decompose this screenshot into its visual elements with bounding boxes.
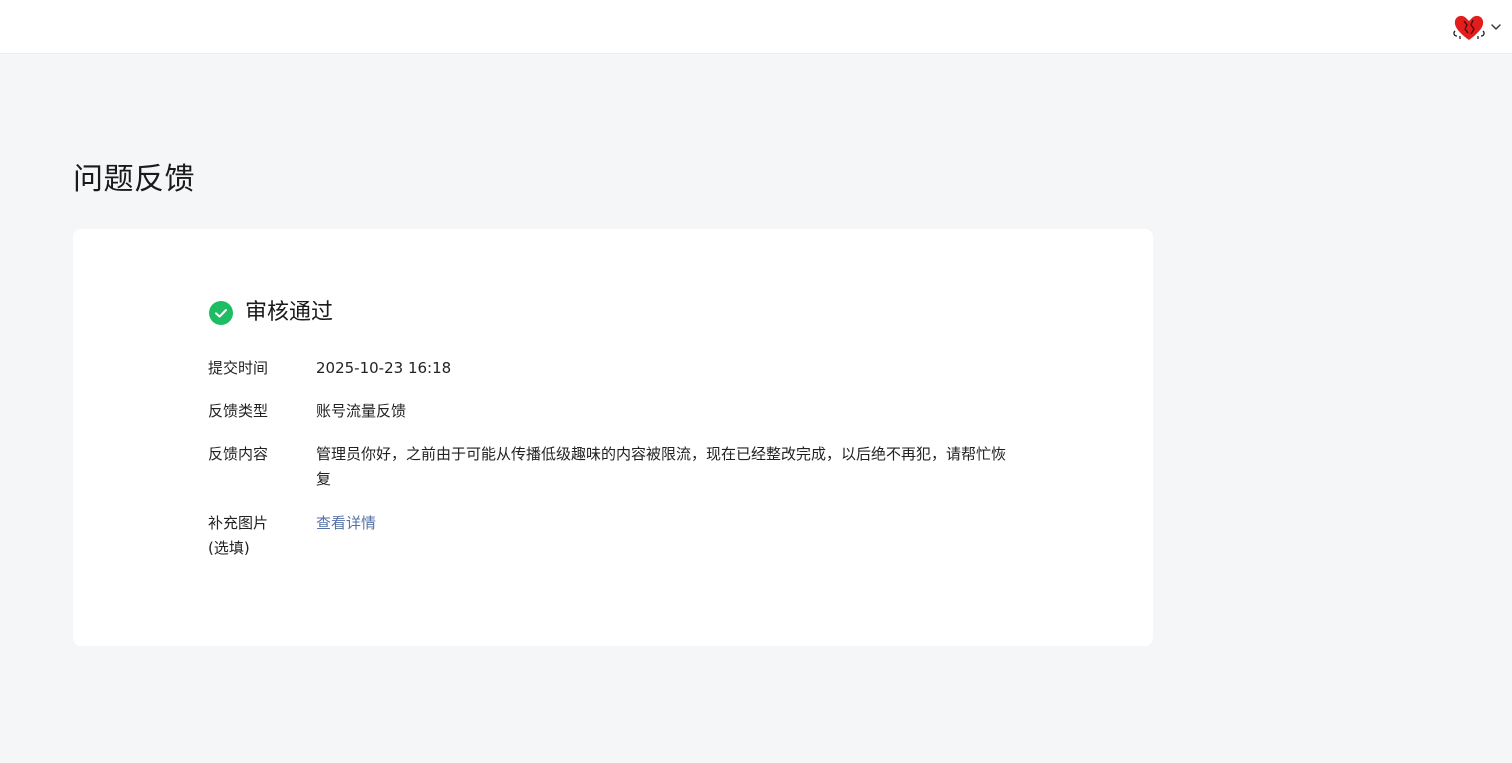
user-menu[interactable] xyxy=(1452,11,1502,43)
chevron-down-icon[interactable] xyxy=(1490,21,1502,33)
detail-value: 管理员你好，之前由于可能从传播低级趣味的内容被限流，现在已经整改完成，以后绝不再… xyxy=(316,445,1007,488)
status-text: 审核通过 xyxy=(245,300,334,325)
detail-label: 提交时间 xyxy=(208,359,269,377)
check-circle-icon xyxy=(209,301,233,325)
feedback-detail-card: 审核通过 提交时间 2025-10-23 16:18 反馈类型 账号流量反馈 反… xyxy=(73,229,1153,646)
detail-value: 账号流量反馈 xyxy=(316,402,407,420)
detail-label: 补充图片 (选填) xyxy=(208,514,269,557)
detail-row-submit-time: 提交时间 2025-10-23 16:18 xyxy=(208,356,1006,381)
detail-row-supplementary-images: 补充图片 (选填) 查看详情 xyxy=(208,511,1006,561)
detail-row-feedback-type: 反馈类型 账号流量反馈 xyxy=(208,399,1006,424)
heart-avatar-icon[interactable] xyxy=(1452,11,1486,43)
top-bar xyxy=(0,0,1512,54)
detail-row-feedback-content: 反馈内容 管理员你好，之前由于可能从传播低级趣味的内容被限流，现在已经整改完成，… xyxy=(208,442,1006,492)
page-title: 问题反馈 xyxy=(73,162,195,197)
view-details-link[interactable]: 查看详情 xyxy=(316,514,376,532)
detail-value: 2025-10-23 16:18 xyxy=(316,359,452,377)
detail-label: 反馈类型 xyxy=(208,402,269,420)
review-status: 审核通过 xyxy=(209,299,333,327)
detail-label: 反馈内容 xyxy=(208,445,269,463)
